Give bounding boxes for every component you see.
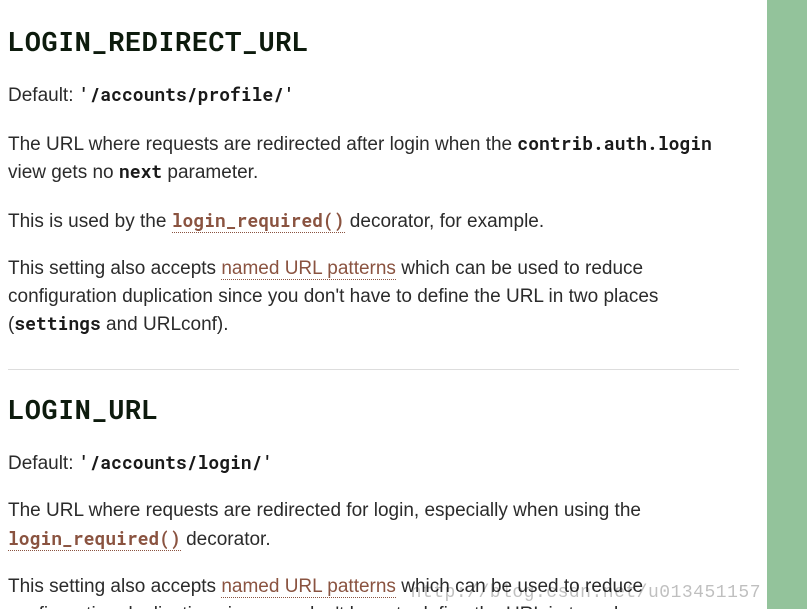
link-named-url-patterns[interactable]: named URL patterns (221, 258, 396, 280)
text: parameter. (162, 162, 258, 183)
heading-login-url: LOGIN_URL (8, 392, 739, 427)
default-line-1: Default: '/accounts/profile/' (8, 81, 739, 110)
default-value: '/accounts/profile/' (79, 82, 295, 106)
text: view gets no (8, 162, 119, 183)
text: The URL where requests are redirected fo… (8, 500, 641, 521)
text: This setting also accepts (8, 576, 221, 597)
link-named-url-patterns[interactable]: named URL patterns (221, 576, 396, 598)
para-login-desc: The URL where requests are redirected fo… (8, 497, 739, 553)
text: and URLconf). (101, 314, 229, 335)
text: The URL where requests are redirected af… (8, 134, 517, 155)
text: This is used by the (8, 211, 172, 232)
default-label: Default: (8, 453, 79, 474)
text: decorator, for example. (345, 211, 545, 232)
para-used-by: This is used by the login_required() dec… (8, 207, 739, 236)
heading-login-redirect-url: LOGIN_REDIRECT_URL (8, 24, 739, 59)
default-label: Default: (8, 85, 79, 106)
default-line-2: Default: '/accounts/login/' (8, 449, 739, 478)
code-login-required: login_required() (172, 208, 345, 233)
link-login-required[interactable]: login_required() (172, 211, 345, 233)
text: This setting also accepts (8, 258, 221, 279)
code-next: next (119, 159, 162, 183)
code-contrib-auth-login: contrib.auth.login (517, 131, 711, 155)
code-settings: settings (14, 311, 100, 335)
right-rail (767, 0, 807, 609)
para-redirect-desc: The URL where requests are redirected af… (8, 130, 739, 187)
doc-content: LOGIN_REDIRECT_URL Default: '/accounts/p… (0, 0, 759, 609)
para-named-url-1: This setting also accepts named URL patt… (8, 255, 739, 339)
code-login-required: login_required() (8, 526, 181, 551)
para-named-url-2: This setting also accepts named URL patt… (8, 573, 739, 609)
link-login-required[interactable]: login_required() (8, 529, 181, 551)
text: decorator. (181, 529, 271, 550)
section-divider (8, 369, 739, 370)
default-value: '/accounts/login/' (79, 450, 273, 474)
